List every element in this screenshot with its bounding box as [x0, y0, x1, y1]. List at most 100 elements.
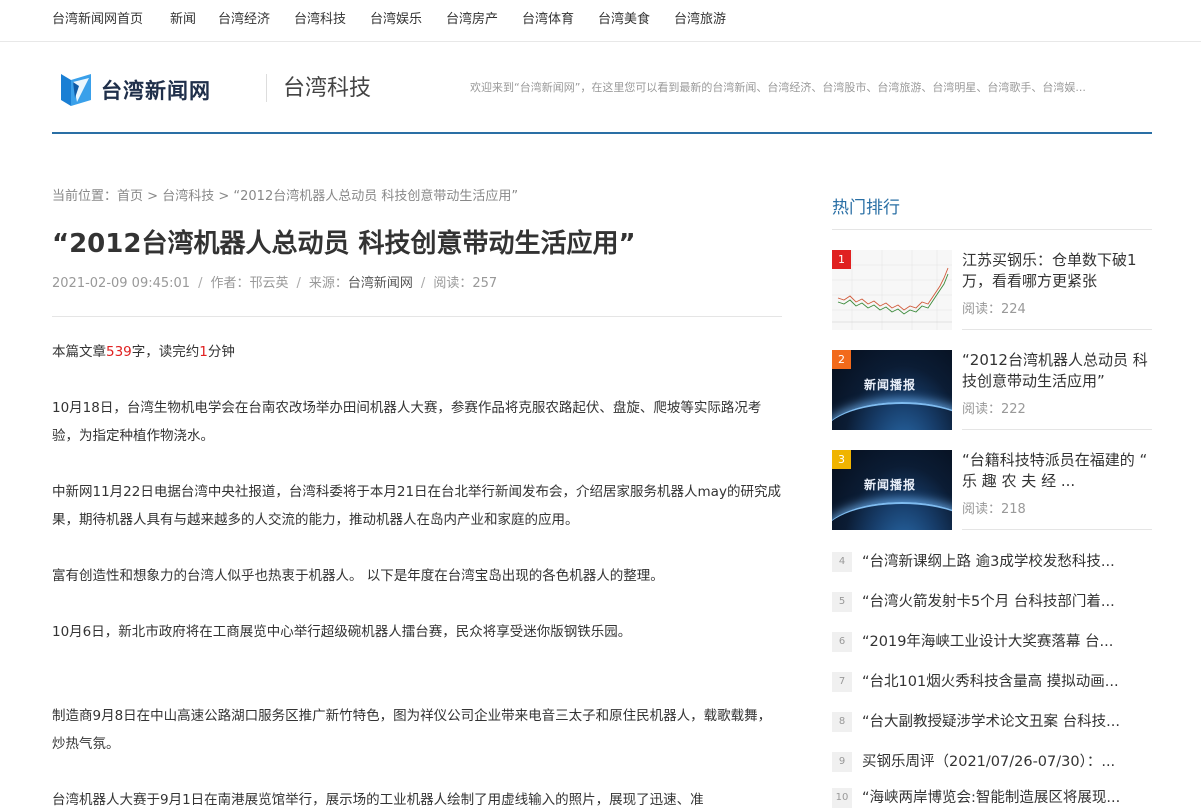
hot-item-divider — [962, 329, 1152, 330]
breadcrumb-sep: > — [214, 189, 234, 204]
article-paragraph: 中新网11月22日电据台湾中央社报道，台湾科委将于本月21日在台北举行新闻发布会… — [52, 484, 781, 528]
sidebar-divider — [832, 229, 1152, 230]
nav-tech[interactable]: 台湾科技 — [294, 11, 346, 29]
hot-item-title[interactable]: “2012台湾机器人总动员 科技创意带动生活应用” — [962, 350, 1152, 392]
hot-item-title[interactable]: 江苏买钢乐：仓单数下破1万，看看哪方更紧张 — [962, 250, 1152, 292]
list-item-title[interactable]: “台湾新课纲上路 逾3成学校发愁科技... — [862, 551, 1152, 573]
list-item[interactable]: 7 “台北101烟火秀科技含量高 摸拟动画... — [832, 670, 1152, 694]
rank-badge: 10 — [832, 788, 852, 808]
header-divider-line — [52, 132, 1152, 134]
hot-item-divider — [962, 429, 1152, 430]
hot-item-reads: 阅读：224 — [962, 301, 1026, 319]
rank-badge: 8 — [832, 712, 852, 732]
rank-badge: 3 — [832, 450, 851, 469]
list-item[interactable]: 5 “台湾火箭发射卡5个月 台科技部门着... — [832, 590, 1152, 614]
list-item[interactable]: 4 “台湾新课纲上路 逾3成学校发愁科技... — [832, 550, 1152, 574]
earth-horizon-glow — [832, 502, 952, 530]
list-item[interactable]: 10 “海峡两岸博览会:智能制造展区将展现... — [832, 786, 1152, 810]
article-paragraph: 富有创造性和想象力的台湾人似乎也热衷于机器人。 以下是年度在台湾宝岛出现的各色机… — [52, 568, 664, 584]
rank-badge: 9 — [832, 752, 852, 772]
hot-item-title[interactable]: “台籍科技特派员在福建的 “ 乐 趣 农 夫 经 ... — [962, 450, 1152, 492]
wordcount-mid: 字，读完约 — [131, 344, 200, 360]
rank-badge: 4 — [832, 552, 852, 572]
hot-item-thumbnail[interactable]: 1 — [832, 250, 952, 330]
earth-horizon-glow — [832, 402, 952, 430]
nav-sports[interactable]: 台湾体育 — [522, 11, 574, 29]
section-title: 台湾科技 — [283, 76, 372, 101]
site-logo[interactable]: 台湾新闻网 — [59, 72, 219, 108]
article-divider — [52, 316, 782, 317]
article-source[interactable]: 台湾新闻网 — [348, 276, 413, 291]
article-reads: 257 — [472, 276, 498, 291]
hot-item-thumbnail[interactable]: 新闻播报 2 — [832, 350, 952, 430]
header-divider — [266, 74, 267, 102]
nav-travel[interactable]: 台湾旅游 — [674, 11, 726, 29]
hot-item[interactable]: 新闻播报 2 “2012台湾机器人总动员 科技创意带动生活应用” 阅读：222 — [832, 350, 1152, 434]
article-author: 邗云英 — [249, 276, 289, 291]
breadcrumb-home[interactable]: 首页 — [117, 189, 143, 204]
minutes-suffix: 分钟 — [207, 344, 235, 360]
article-paragraph: 台湾机器人大赛于9月1日在南港展览馆举行，展示场的工业机器人绘制了用虚线输入的照… — [52, 792, 704, 808]
read-count: 222 — [1001, 402, 1026, 417]
rank-badge: 1 — [832, 250, 851, 269]
nav-economy[interactable]: 台湾经济 — [218, 11, 270, 29]
article-date: 2021-02-09 09:45:01 — [52, 276, 191, 291]
list-item[interactable]: 8 “台大副教授疑涉学术论文丑案 台科技... — [832, 710, 1152, 734]
source-label: 来源： — [308, 276, 348, 291]
article-meta: 2021-02-09 09:45:01 / 作者：邗云英 / 来源：台湾新闻网 / 阅读：2… — [52, 275, 497, 293]
breadcrumb: 当前位置：首页 > 台湾科技 > “2012台湾机器人总动员 科技创意带动生活应… — [52, 188, 518, 206]
nav-entertainment[interactable]: 台湾娱乐 — [370, 11, 422, 29]
thumbnail-label: 新闻播报 — [864, 478, 917, 492]
breadcrumb-sep: > — [143, 189, 163, 204]
wordcount-value: 539 — [106, 344, 132, 360]
list-item-title[interactable]: “台北101烟火秀科技含量高 摸拟动画... — [862, 671, 1152, 693]
article-paragraph: 10月18日，台湾生物机电学会在台南农改场举办田间机器人大赛，参赛作品将克服农路… — [52, 400, 762, 444]
list-item[interactable]: 9 买钢乐周评（2021/07/26-07/30）：... — [832, 750, 1152, 774]
meta-separator: / — [296, 276, 301, 291]
breadcrumb-label: 当前位置： — [52, 189, 118, 204]
read-label: 阅读： — [962, 302, 1002, 317]
article-title: “2012台湾机器人总动员 科技创意带动生活应用” — [52, 229, 636, 259]
list-item-title[interactable]: “海峡两岸博览会:智能制造展区将展现... — [862, 787, 1152, 809]
nav-realestate[interactable]: 台湾房产 — [446, 11, 498, 29]
breadcrumb-current: “2012台湾机器人总动员 科技创意带动生活应用” — [233, 189, 519, 204]
nav-home[interactable]: 台湾新闻网首页 — [52, 11, 143, 29]
top-nav: 台湾新闻网首页 新闻 台湾经济 台湾科技 台湾娱乐 台湾房产 台湾体育 台湾美食… — [0, 0, 1201, 42]
list-item[interactable]: 6 “2019年海峡工业设计大奖赛落幕 台... — [832, 630, 1152, 654]
hot-item-divider — [962, 529, 1152, 530]
read-label: 阅读： — [962, 402, 1002, 417]
wordcount-line: 本篇文章539字，读完约1分钟 — [52, 338, 782, 366]
breadcrumb-category[interactable]: 台湾科技 — [162, 189, 214, 204]
logo-text: 台湾新闻网 — [101, 79, 211, 103]
list-item-title[interactable]: 买钢乐周评（2021/07/26-07/30）：... — [862, 751, 1152, 773]
hot-item[interactable]: 1 江苏买钢乐：仓单数下破1万，看看哪方更紧张 阅读：224 — [832, 250, 1152, 334]
list-item-title[interactable]: “台大副教授疑涉学术论文丑案 台科技... — [862, 711, 1152, 733]
meta-separator: / — [198, 276, 203, 291]
hot-item-reads: 阅读：222 — [962, 401, 1026, 419]
logo-icon — [61, 74, 91, 106]
read-minutes: 1 — [199, 344, 208, 360]
meta-separator: / — [420, 276, 426, 291]
article-paragraph: 制造商9月8日在中山高速公路湖口服务区推广新竹特色，图为祥仪公司企业带来电音三太… — [52, 708, 772, 752]
rank-badge: 5 — [832, 592, 852, 612]
rank-badge: 6 — [832, 632, 852, 652]
wordcount-prefix: 本篇文章 — [52, 344, 106, 360]
list-item-title[interactable]: “2019年海峡工业设计大奖赛落幕 台... — [862, 631, 1152, 653]
author-label: 作者： — [210, 276, 250, 291]
sidebar-title: 热门排行 — [832, 198, 900, 218]
welcome-text: 欢迎来到“台湾新闻网”，在这里您可以看到最新的台湾新闻、台湾经济、台湾股市、台湾… — [470, 81, 1086, 94]
hot-item[interactable]: 新闻播报 3 “台籍科技特派员在福建的 “ 乐 趣 农 夫 经 ... 阅读：2… — [832, 450, 1152, 534]
read-label: 阅读： — [433, 276, 473, 291]
article-paragraph: 10月6日，新北市政府将在工商展览中心举行超级碗机器人擂台赛，民众将享受迷你版钢… — [52, 624, 632, 640]
read-label: 阅读： — [962, 502, 1002, 517]
nav-news[interactable]: 新闻 — [170, 11, 196, 29]
hot-item-thumbnail[interactable]: 新闻播报 3 — [832, 450, 952, 530]
read-count: 224 — [1001, 302, 1026, 317]
read-count: 218 — [1001, 502, 1026, 517]
thumbnail-label: 新闻播报 — [864, 378, 917, 392]
list-item-title[interactable]: “台湾火箭发射卡5个月 台科技部门着... — [862, 591, 1152, 613]
rank-badge: 2 — [832, 350, 851, 369]
rank-badge: 7 — [832, 672, 852, 692]
nav-food[interactable]: 台湾美食 — [598, 11, 650, 29]
hot-item-reads: 阅读：218 — [962, 501, 1026, 519]
